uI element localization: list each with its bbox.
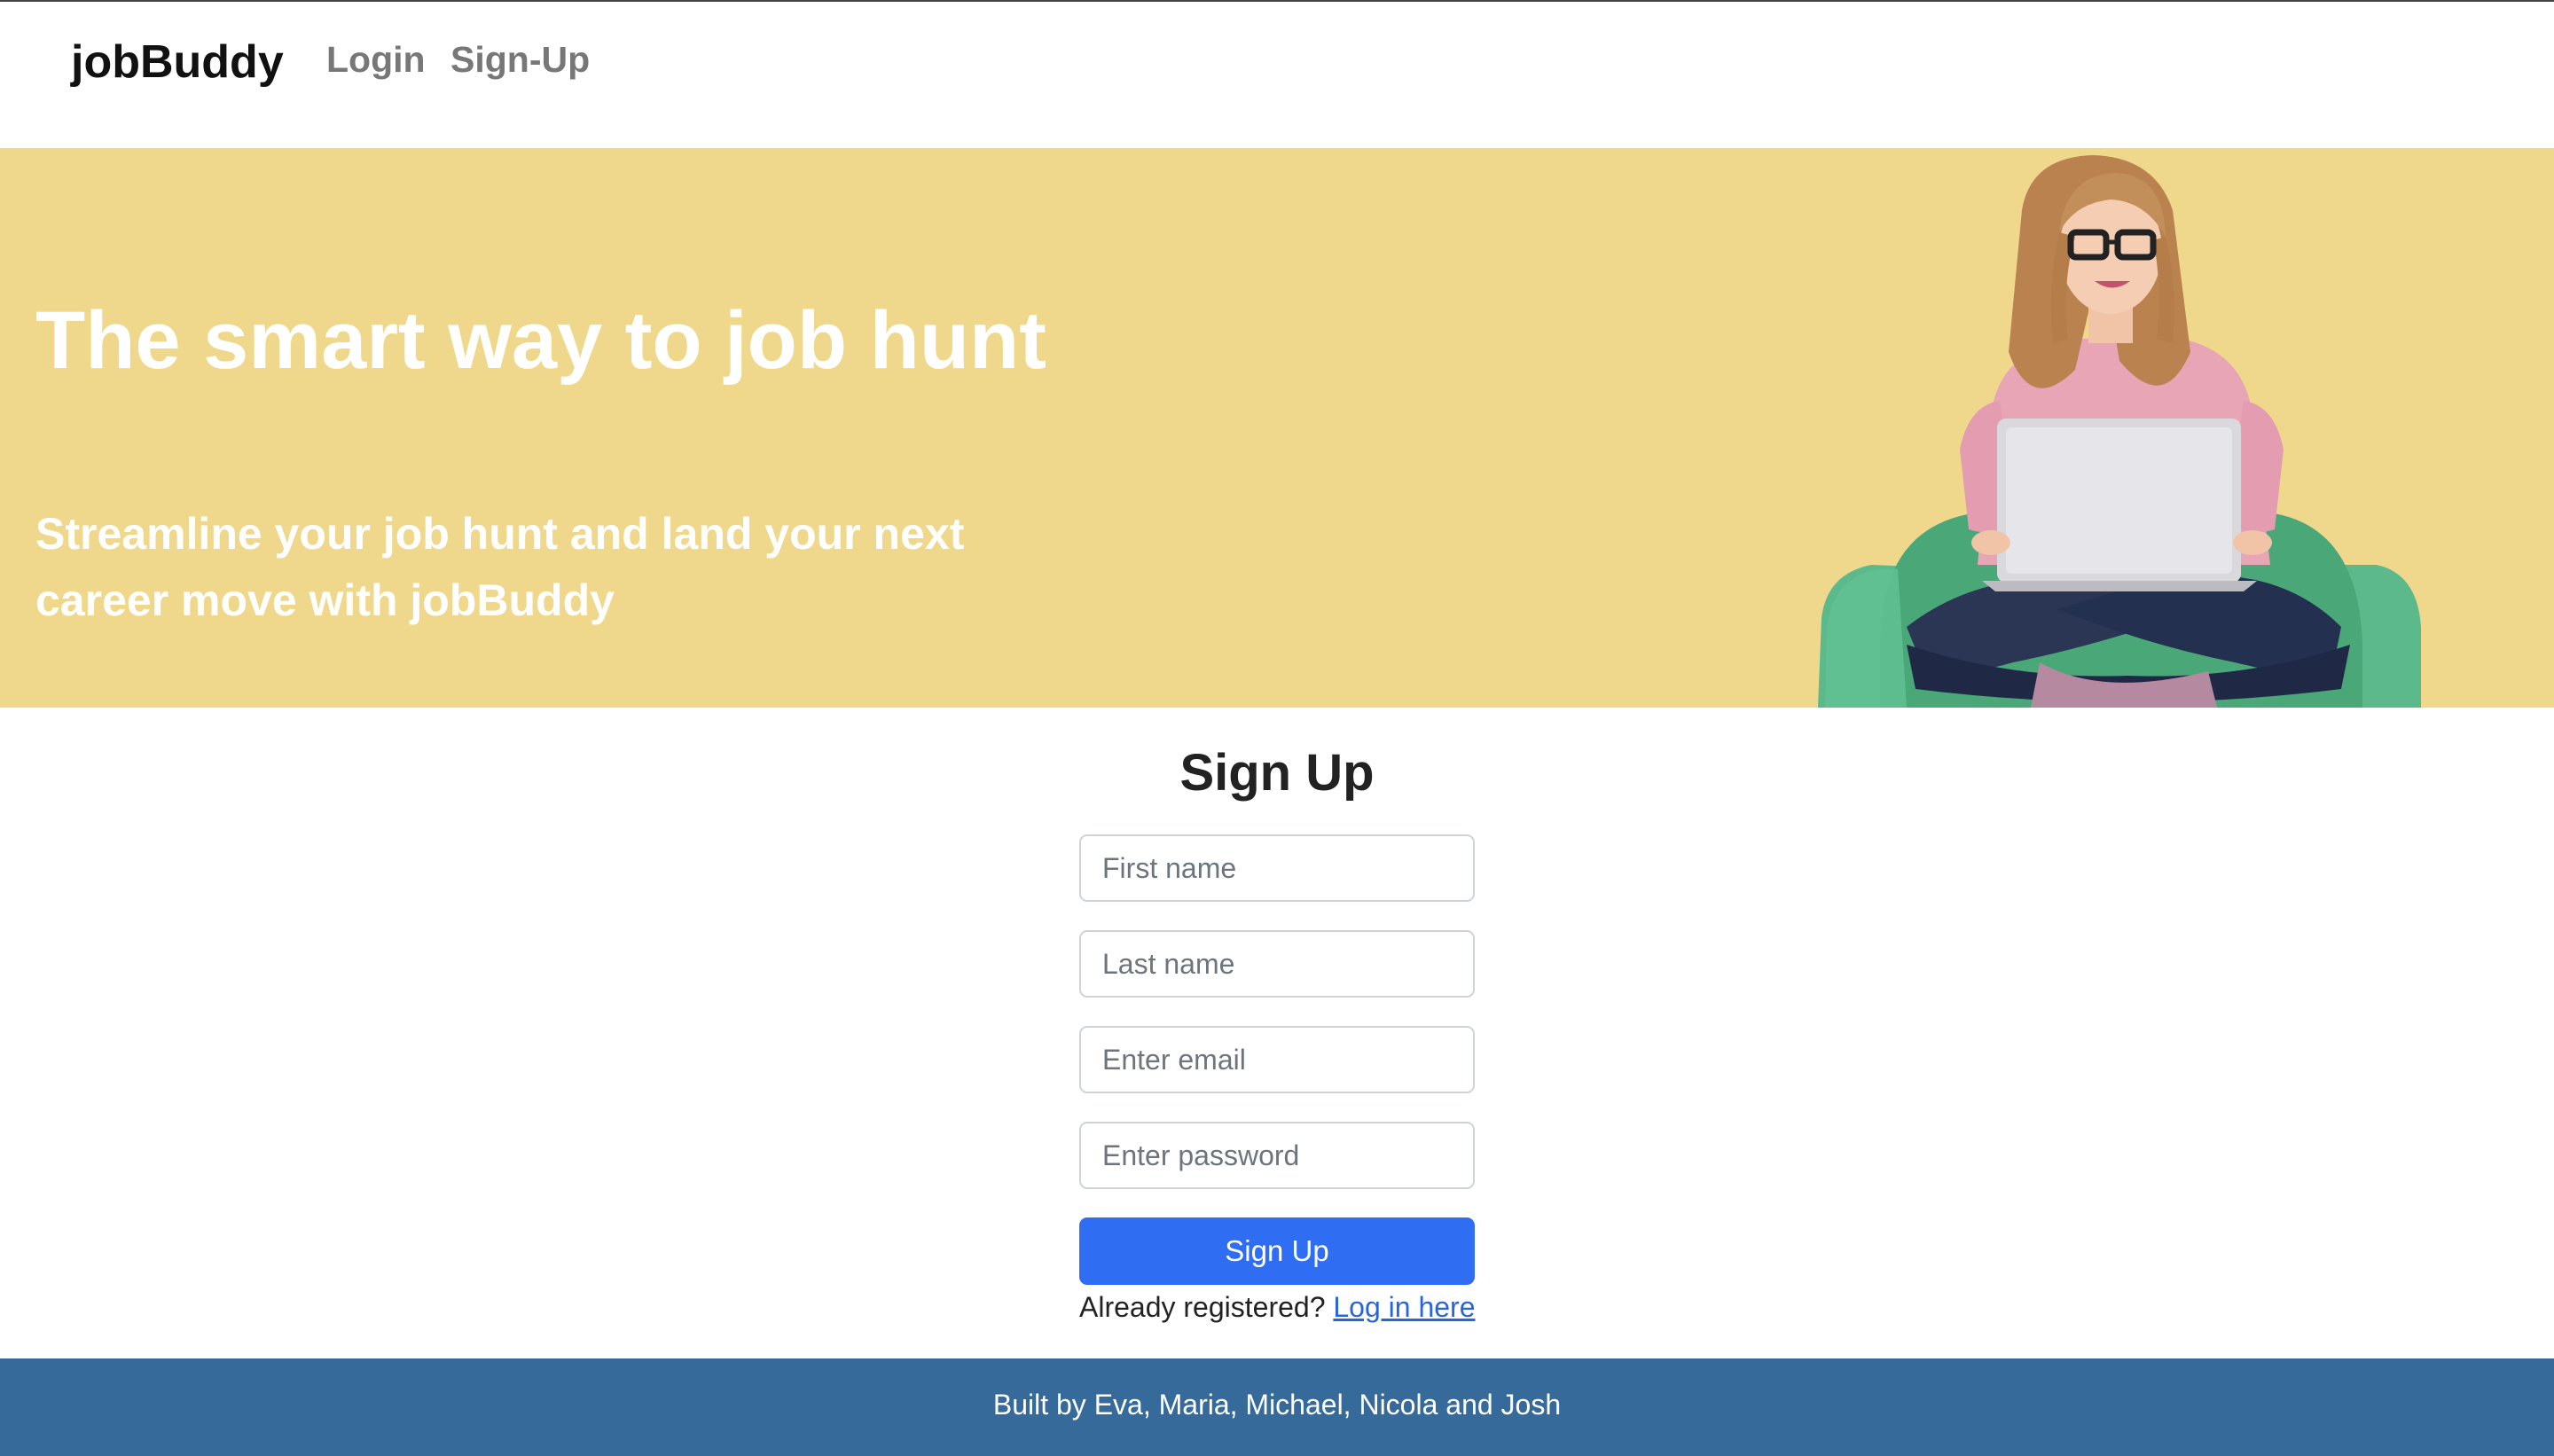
footer: Built by Eva, Maria, Michael, Nicola and… [0,1358,2554,1456]
last-name-input[interactable] [1079,930,1475,998]
nav-link-login[interactable]: Login [326,39,426,81]
first-name-input[interactable] [1079,834,1475,902]
login-prompt-text: Already registered? [1079,1291,1334,1323]
navbar: jobBuddy Login Sign-Up [0,2,2554,148]
signup-submit-button[interactable]: Sign Up [1079,1217,1475,1285]
signup-title: Sign Up [1179,744,1375,802]
hero-title: The smart way to job hunt [35,295,1046,386]
password-input[interactable] [1079,1122,1475,1189]
login-prompt: Already registered? Log in here [1079,1291,1476,1324]
footer-credits: Built by Eva, Maria, Michael, Nicola and… [992,1389,1562,1421]
hero-subtitle: Streamline your job hunt and land your n… [35,509,965,625]
login-link[interactable]: Log in here [1333,1291,1475,1323]
nav-link-signup[interactable]: Sign-Up [450,39,590,81]
hero-banner: The smart way to job hunt Streamline you… [0,148,2554,708]
brand-logo[interactable]: jobBuddy [71,35,284,89]
signup-section: Sign Up Sign Up Already registered? Log … [0,708,2554,1358]
page: jobBuddy Login Sign-Up The smart way to … [0,0,2554,1456]
email-input[interactable] [1079,1026,1475,1093]
woman-with-laptop-illustration [1818,155,2421,708]
